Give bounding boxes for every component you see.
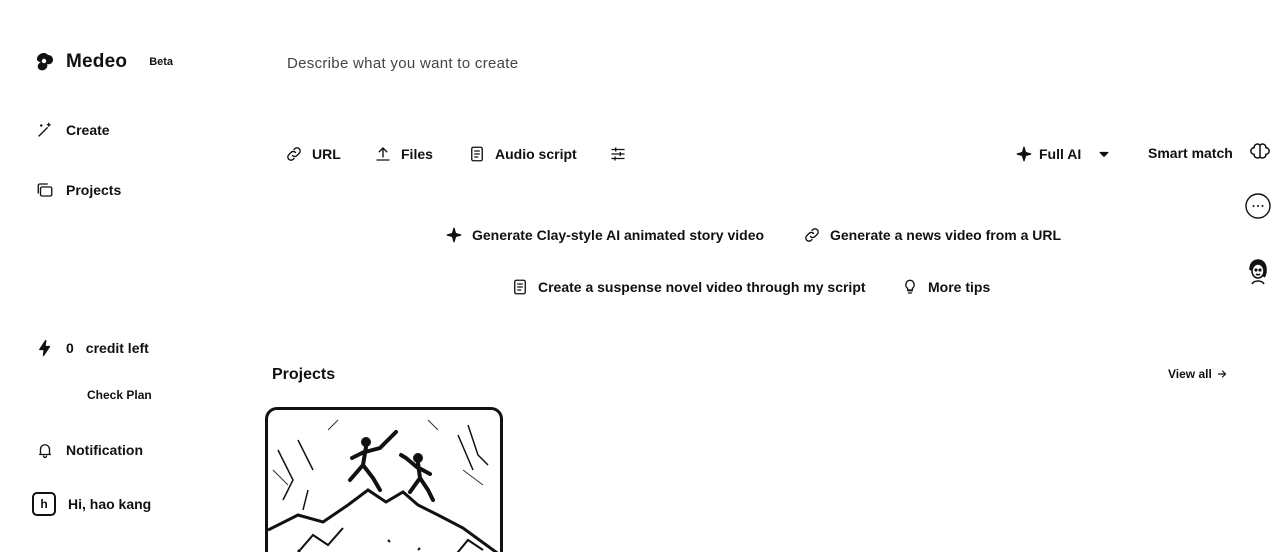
user-greeting: Hi, hao kang — [68, 496, 152, 512]
sidebar-item-create[interactable]: Create — [36, 121, 110, 139]
check-plan-link[interactable]: Check Plan — [87, 388, 152, 402]
suggestion-label: Generate Clay-style AI animated story vi… — [472, 227, 765, 243]
magic-wand-icon — [36, 121, 54, 139]
app-logo[interactable]: Medeo Beta — [32, 50, 173, 74]
view-all-label: View all — [1168, 367, 1212, 381]
lightbulb-icon — [901, 278, 919, 296]
credit-count: 0 — [66, 340, 74, 356]
files-label: Files — [401, 146, 433, 162]
mode-dropdown-toggle[interactable] — [1095, 145, 1113, 163]
suggestion-suspense-novel[interactable]: Create a suspense novel video through my… — [511, 278, 866, 296]
upload-icon — [374, 145, 392, 163]
medeo-logo-icon — [32, 50, 56, 74]
app-name: Medeo — [66, 51, 128, 72]
link-icon — [285, 145, 303, 163]
audio-script-label: Audio script — [495, 146, 577, 162]
sliders-icon — [609, 145, 627, 163]
assistant-avatar-icon[interactable] — [1246, 256, 1270, 288]
sidebar-item-label: Notification — [66, 442, 143, 458]
document-icon — [511, 278, 529, 296]
suggestion-label: Generate a news video from a URL — [830, 227, 1062, 243]
more-tips-button[interactable]: More tips — [901, 278, 990, 296]
sidebar-item-projects[interactable]: Projects — [36, 181, 121, 199]
mode-label: Full AI — [1039, 146, 1082, 162]
avatar: h — [32, 492, 56, 516]
sparkle-icon — [1015, 145, 1033, 163]
brain-icon[interactable] — [1250, 141, 1270, 161]
prompt-input[interactable] — [287, 50, 987, 76]
view-all-link[interactable]: View all — [1168, 367, 1228, 381]
more-tips-label: More tips — [928, 279, 991, 295]
files-button[interactable]: Files — [374, 145, 433, 163]
document-icon — [468, 145, 486, 163]
credits-indicator: 0 credit left — [36, 339, 149, 357]
arrow-right-icon — [1216, 368, 1228, 380]
sparkle-icon — [445, 226, 463, 244]
beta-badge: Beta — [149, 56, 174, 68]
settings-sliders-button[interactable] — [609, 145, 627, 163]
smart-match-label: Smart match — [1148, 145, 1233, 161]
folder-stack-icon — [36, 181, 54, 199]
suggestion-label: Create a suspense novel video through my… — [538, 279, 866, 295]
lightning-icon — [36, 339, 54, 357]
smart-match-button[interactable]: Smart match — [1148, 145, 1233, 161]
suggestion-news-url[interactable]: Generate a news video from a URL — [803, 226, 1061, 244]
link-icon — [803, 226, 821, 244]
more-options-icon[interactable] — [1244, 192, 1272, 220]
project-thumbnail[interactable] — [265, 407, 503, 552]
project-thumbnail-image — [268, 419, 499, 552]
credit-label: credit left — [85, 340, 149, 356]
caret-down-icon — [1095, 145, 1113, 163]
suggestion-clay-story[interactable]: Generate Clay-style AI animated story vi… — [445, 226, 764, 244]
url-button[interactable]: URL — [285, 145, 341, 163]
url-label: URL — [312, 146, 341, 162]
sidebar-item-label: Create — [66, 122, 110, 138]
bell-icon — [36, 441, 54, 459]
sidebar-item-label: Projects — [66, 182, 122, 198]
mode-select[interactable]: Full AI — [1015, 145, 1081, 163]
sidebar-item-notification[interactable]: Notification — [36, 441, 143, 459]
projects-section-title: Projects — [272, 366, 336, 383]
user-profile[interactable]: h Hi, hao kang — [32, 492, 151, 516]
audio-script-button[interactable]: Audio script — [468, 145, 577, 163]
